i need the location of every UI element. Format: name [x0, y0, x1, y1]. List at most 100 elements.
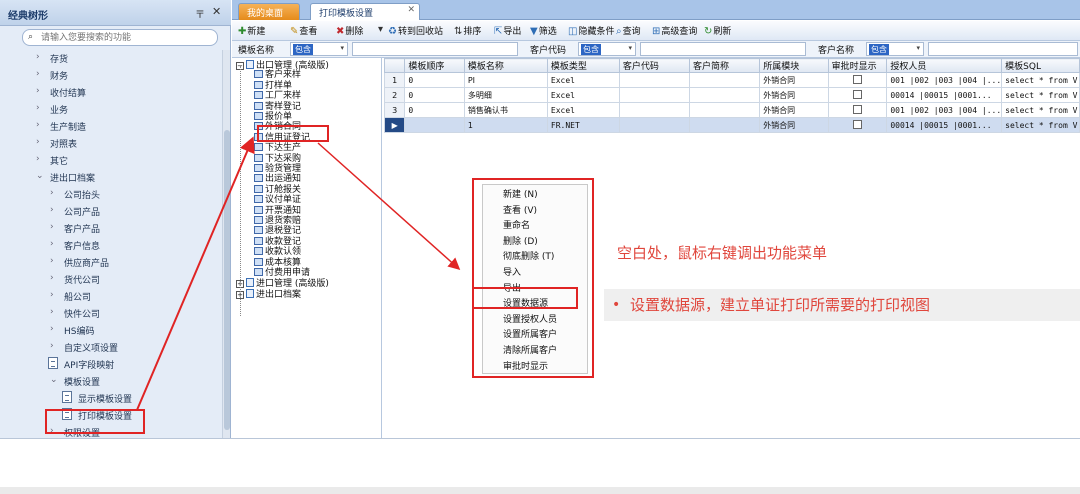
- table-cell[interactable]: 销售确认书: [463, 102, 548, 118]
- table-cell[interactable]: select * from V: [1001, 72, 1080, 88]
- table-row[interactable]: 3 0 销售确认书 Excel 外销合同 001 |002 |003 |004 |... s…: [383, 102, 1080, 118]
- table-cell[interactable]: [827, 72, 888, 88]
- menu-item-rename[interactable]: 重命名: [503, 218, 530, 232]
- customer-name-operator[interactable]: 包含 ▾: [866, 42, 924, 56]
- table-cell[interactable]: [689, 72, 761, 88]
- table-row[interactable]: ▶ 1 FR.NET 外销合同 00014 |00015 |0001... select …: [383, 117, 1080, 133]
- table-cell[interactable]: [827, 87, 888, 103]
- tree-node-document[interactable]: 工厂来样: [254, 91, 301, 102]
- refresh-button[interactable]: ↻刷新: [704, 24, 731, 38]
- table-cell[interactable]: 外销合同: [759, 102, 829, 118]
- tree-node-document[interactable]: 付费用申请: [254, 268, 310, 279]
- sidebar-item-company-product[interactable]: › 公司产品: [0, 203, 222, 220]
- delete-button[interactable]: ✖删除: [336, 24, 363, 38]
- table-cell[interactable]: PI: [463, 72, 548, 88]
- sidebar-item-supplier-product[interactable]: › 供应商产品: [0, 254, 222, 271]
- table-row[interactable]: 2 0 多明细 Excel 外销合同 00014 |00015 |0001... selec…: [383, 87, 1080, 103]
- sidebar-item-hs-code[interactable]: › HS编码: [0, 322, 222, 339]
- column-header[interactable]: 模板顺序: [404, 58, 465, 73]
- sort-button[interactable]: ⇅排序: [454, 24, 481, 38]
- scrollbar-thumb[interactable]: [224, 130, 230, 430]
- column-header[interactable]: 模板名称: [463, 58, 548, 73]
- pin-icon[interactable]: 〒: [195, 6, 205, 21]
- sidebar-item-forwarder[interactable]: › 货代公司: [0, 271, 222, 288]
- table-cell[interactable]: [827, 117, 888, 133]
- sidebar-item-customer-product[interactable]: › 客户产品: [0, 220, 222, 237]
- new-button[interactable]: ✚新建: [238, 24, 265, 38]
- sidebar-item-customer-info[interactable]: › 客户信息: [0, 237, 222, 254]
- menu-item-view[interactable]: 查看 (V): [503, 203, 537, 217]
- advanced-query-button[interactable]: ⊞高级查询: [652, 24, 697, 38]
- approval-display-checkbox[interactable]: [852, 105, 862, 114]
- tree-node-document[interactable]: 议付单证: [254, 195, 301, 206]
- column-header[interactable]: [383, 58, 406, 73]
- recycle-bin-button[interactable]: ♻转到回收站: [388, 24, 443, 38]
- tree-node-document[interactable]: 退税登记: [254, 226, 301, 237]
- sidebar-item-manufacturing[interactable]: › 生产制造: [0, 118, 222, 135]
- menu-item-permanent-delete[interactable]: 彻底删除 (T): [503, 249, 554, 263]
- sidebar-item-finance[interactable]: › 财务: [0, 67, 222, 84]
- menu-item-clear-customer[interactable]: 清除所属客户: [503, 343, 557, 357]
- table-cell[interactable]: 00014 |00015 |0001...: [886, 117, 1003, 133]
- menu-item-new[interactable]: 新建 (N): [503, 187, 538, 201]
- table-cell[interactable]: select * from V: [1001, 117, 1080, 133]
- table-cell[interactable]: 0: [404, 102, 465, 118]
- row-number[interactable]: ▶: [383, 117, 406, 133]
- table-cell[interactable]: select * from V: [1001, 102, 1080, 118]
- customer-name-input[interactable]: [928, 42, 1078, 56]
- approval-display-checkbox[interactable]: [852, 75, 862, 84]
- tree-node-module[interactable]: + 进口管理 (高级版): [236, 278, 329, 289]
- template-name-input[interactable]: [352, 42, 518, 56]
- tab-print-template-settings[interactable]: 打印模板设置 ✕: [310, 3, 420, 20]
- table-cell[interactable]: FR.NET: [546, 117, 620, 133]
- navigation-scrollbar[interactable]: [222, 50, 230, 438]
- column-header[interactable]: 审批时显示: [827, 58, 888, 73]
- table-cell[interactable]: Excel: [546, 72, 620, 88]
- sidebar-item-custom-fields[interactable]: › 自定义项设置: [0, 339, 222, 356]
- customer-code-input[interactable]: [640, 42, 806, 56]
- tab-my-desktop[interactable]: 我的桌面: [238, 3, 300, 20]
- table-cell[interactable]: 001 |002 |003 |004 |...: [886, 102, 1003, 118]
- table-cell[interactable]: Excel: [546, 87, 620, 103]
- menu-item-import[interactable]: 导入: [503, 265, 521, 279]
- table-cell[interactable]: [404, 117, 465, 133]
- table-cell[interactable]: 外销合同: [759, 87, 829, 103]
- sidebar-item-mapping[interactable]: › 对照表: [0, 135, 222, 152]
- table-cell[interactable]: 1: [463, 117, 548, 133]
- table-cell[interactable]: [689, 87, 761, 103]
- customer-code-operator[interactable]: 包含 ▾: [578, 42, 636, 56]
- sidebar-item-display-template-settings[interactable]: 显示模板设置: [0, 390, 222, 407]
- table-cell[interactable]: 00014 |00015 |0001...: [886, 87, 1003, 103]
- column-header[interactable]: 客户代码: [618, 58, 691, 73]
- sidebar-item-settlement[interactable]: › 收付结算: [0, 84, 222, 101]
- table-cell[interactable]: [689, 117, 761, 133]
- close-tab-icon[interactable]: ✕: [407, 5, 415, 15]
- delete-dropdown-button[interactable]: ▾: [378, 24, 384, 38]
- sidebar-item-inventory[interactable]: › 存货: [0, 50, 222, 67]
- query-button[interactable]: ⌕查询: [616, 24, 641, 38]
- column-header[interactable]: 所属模块: [759, 58, 829, 73]
- sidebar-item-import-export-archive[interactable]: ⌄ 进出口档案: [0, 169, 222, 186]
- hide-conditions-button[interactable]: ◫隐藏条件: [568, 24, 614, 38]
- table-cell[interactable]: 0: [404, 72, 465, 88]
- column-header[interactable]: 模板SQL: [1001, 58, 1080, 73]
- view-button[interactable]: ✎查看: [290, 24, 317, 38]
- sidebar-item-courier[interactable]: › 快件公司: [0, 305, 222, 322]
- table-cell[interactable]: select * from V: [1001, 87, 1080, 103]
- tree-node-document[interactable]: 收款认领: [254, 247, 301, 258]
- menu-item-set-customer[interactable]: 设置所属客户: [503, 327, 557, 341]
- tree-node-document[interactable]: 客户来样: [254, 70, 301, 81]
- column-header[interactable]: 授权人员: [886, 58, 1003, 73]
- tree-node-module[interactable]: + 进出口档案: [236, 288, 301, 300]
- tree-node-document[interactable]: 成本核算: [254, 257, 301, 269]
- tree-node-document[interactable]: 下达生产: [254, 143, 301, 154]
- table-cell[interactable]: 0: [404, 87, 465, 103]
- export-button[interactable]: ⇱导出: [494, 24, 521, 38]
- column-header[interactable]: 模板类型: [546, 58, 620, 73]
- sidebar-item-api-field-mapping[interactable]: API字段映射: [0, 356, 222, 373]
- row-number[interactable]: 1: [383, 72, 406, 88]
- sidebar-item-shipping-company[interactable]: › 船公司: [0, 288, 222, 305]
- table-cell[interactable]: [618, 87, 691, 103]
- menu-item-show-on-approval[interactable]: 审批时显示: [503, 359, 548, 373]
- table-cell[interactable]: 外销合同: [759, 117, 829, 133]
